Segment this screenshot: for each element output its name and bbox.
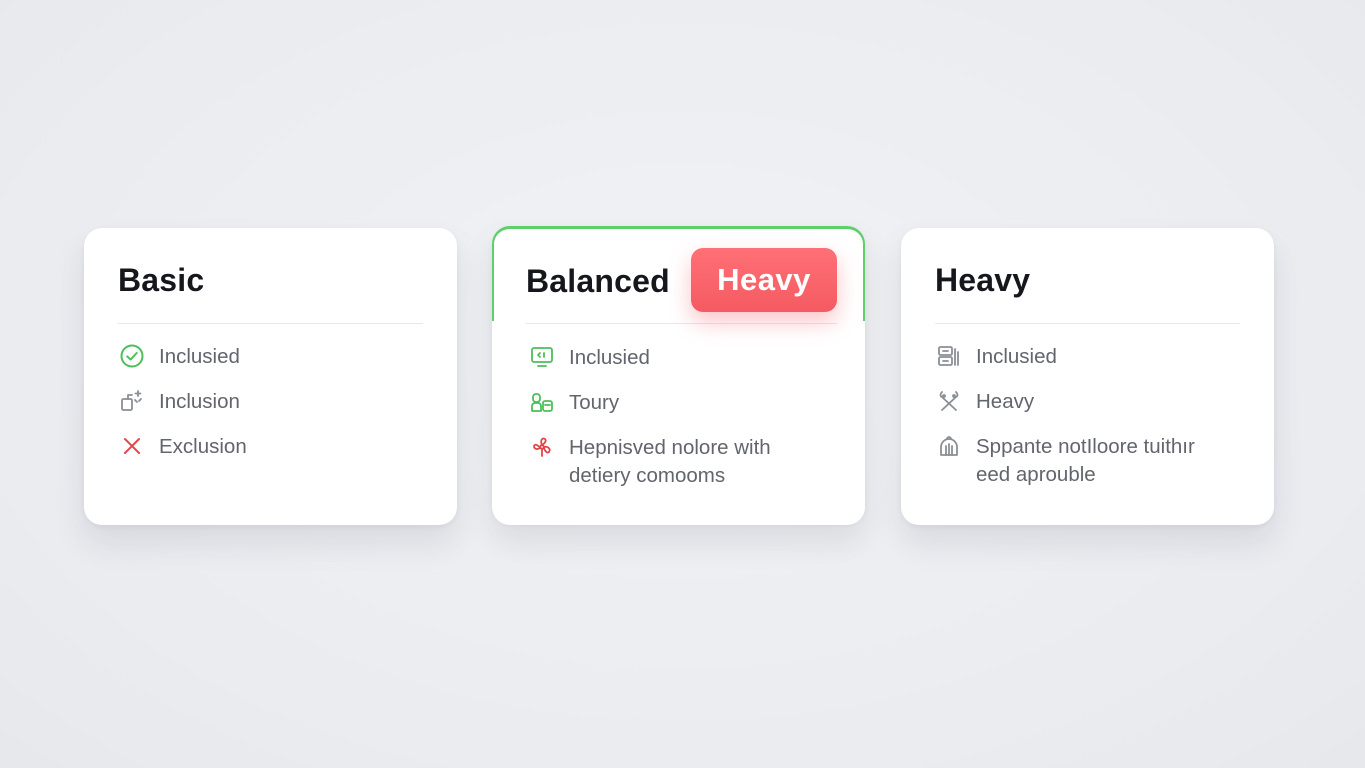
list-item: Inclusied bbox=[118, 340, 437, 371]
feature-label: Heavy bbox=[976, 390, 1035, 413]
feature-label: Toury bbox=[569, 391, 620, 414]
feature-label: Inclusied bbox=[976, 345, 1057, 368]
feature-label: Inclusion bbox=[159, 390, 240, 413]
feature-list: Inclusied Inclusion Exclusion bbox=[118, 340, 437, 475]
plan-card-basic[interactable]: Basic Inclusied Inclusion Exclusion bbox=[84, 228, 457, 525]
fan-icon bbox=[528, 433, 556, 461]
divider bbox=[526, 323, 837, 324]
list-item: Inclusied bbox=[935, 340, 1254, 371]
plan-card-heavy[interactable]: Heavy Inclusied Heavy Sppante notIloore … bbox=[901, 228, 1274, 525]
plan-card-balanced[interactable]: Balanced Heavy Inclusied Toury Hepnisved… bbox=[492, 226, 865, 525]
plan-title: Balanced bbox=[526, 263, 670, 299]
check-circle-icon bbox=[118, 342, 146, 370]
hand-icon bbox=[935, 432, 963, 460]
list-item: Hepnisved nolore with detiery comooms bbox=[528, 431, 843, 490]
list-item: Heavy bbox=[935, 385, 1254, 416]
cross-tools-icon bbox=[935, 387, 963, 415]
square-sparkle-icon bbox=[118, 387, 146, 415]
group-icon bbox=[528, 388, 556, 416]
divider bbox=[118, 323, 423, 324]
layout-icon bbox=[935, 342, 963, 370]
feature-list: Inclusied Toury Hepnisved nolore with de… bbox=[528, 341, 843, 504]
list-item: Toury bbox=[528, 386, 843, 417]
pricing-stage: Basic Inclusied Inclusion Exclusion Bala… bbox=[0, 0, 1365, 768]
feature-label: Exclusion bbox=[159, 435, 247, 458]
plan-title: Heavy bbox=[935, 262, 1031, 298]
list-item: Inclusied bbox=[528, 341, 843, 372]
plan-badge[interactable]: Heavy bbox=[691, 248, 837, 312]
list-item: Sppante notIloore tuithır eed aproublе bbox=[935, 430, 1254, 489]
feature-label: Inclusied bbox=[159, 345, 240, 368]
feature-list: Inclusied Heavy Sppante notIloore tuithı… bbox=[935, 340, 1254, 503]
list-item: Inclusion bbox=[118, 385, 437, 416]
feature-label: Inclusied bbox=[569, 346, 650, 369]
monitor-icon bbox=[528, 343, 556, 371]
x-mark-icon bbox=[118, 432, 146, 460]
feature-label: Hepnisved nolore with detiery comooms bbox=[569, 436, 771, 487]
plan-title: Basic bbox=[118, 262, 205, 298]
divider bbox=[935, 323, 1240, 324]
list-item: Exclusion bbox=[118, 430, 437, 461]
feature-label: Sppante notIloore tuithır eed aproublе bbox=[976, 435, 1195, 486]
